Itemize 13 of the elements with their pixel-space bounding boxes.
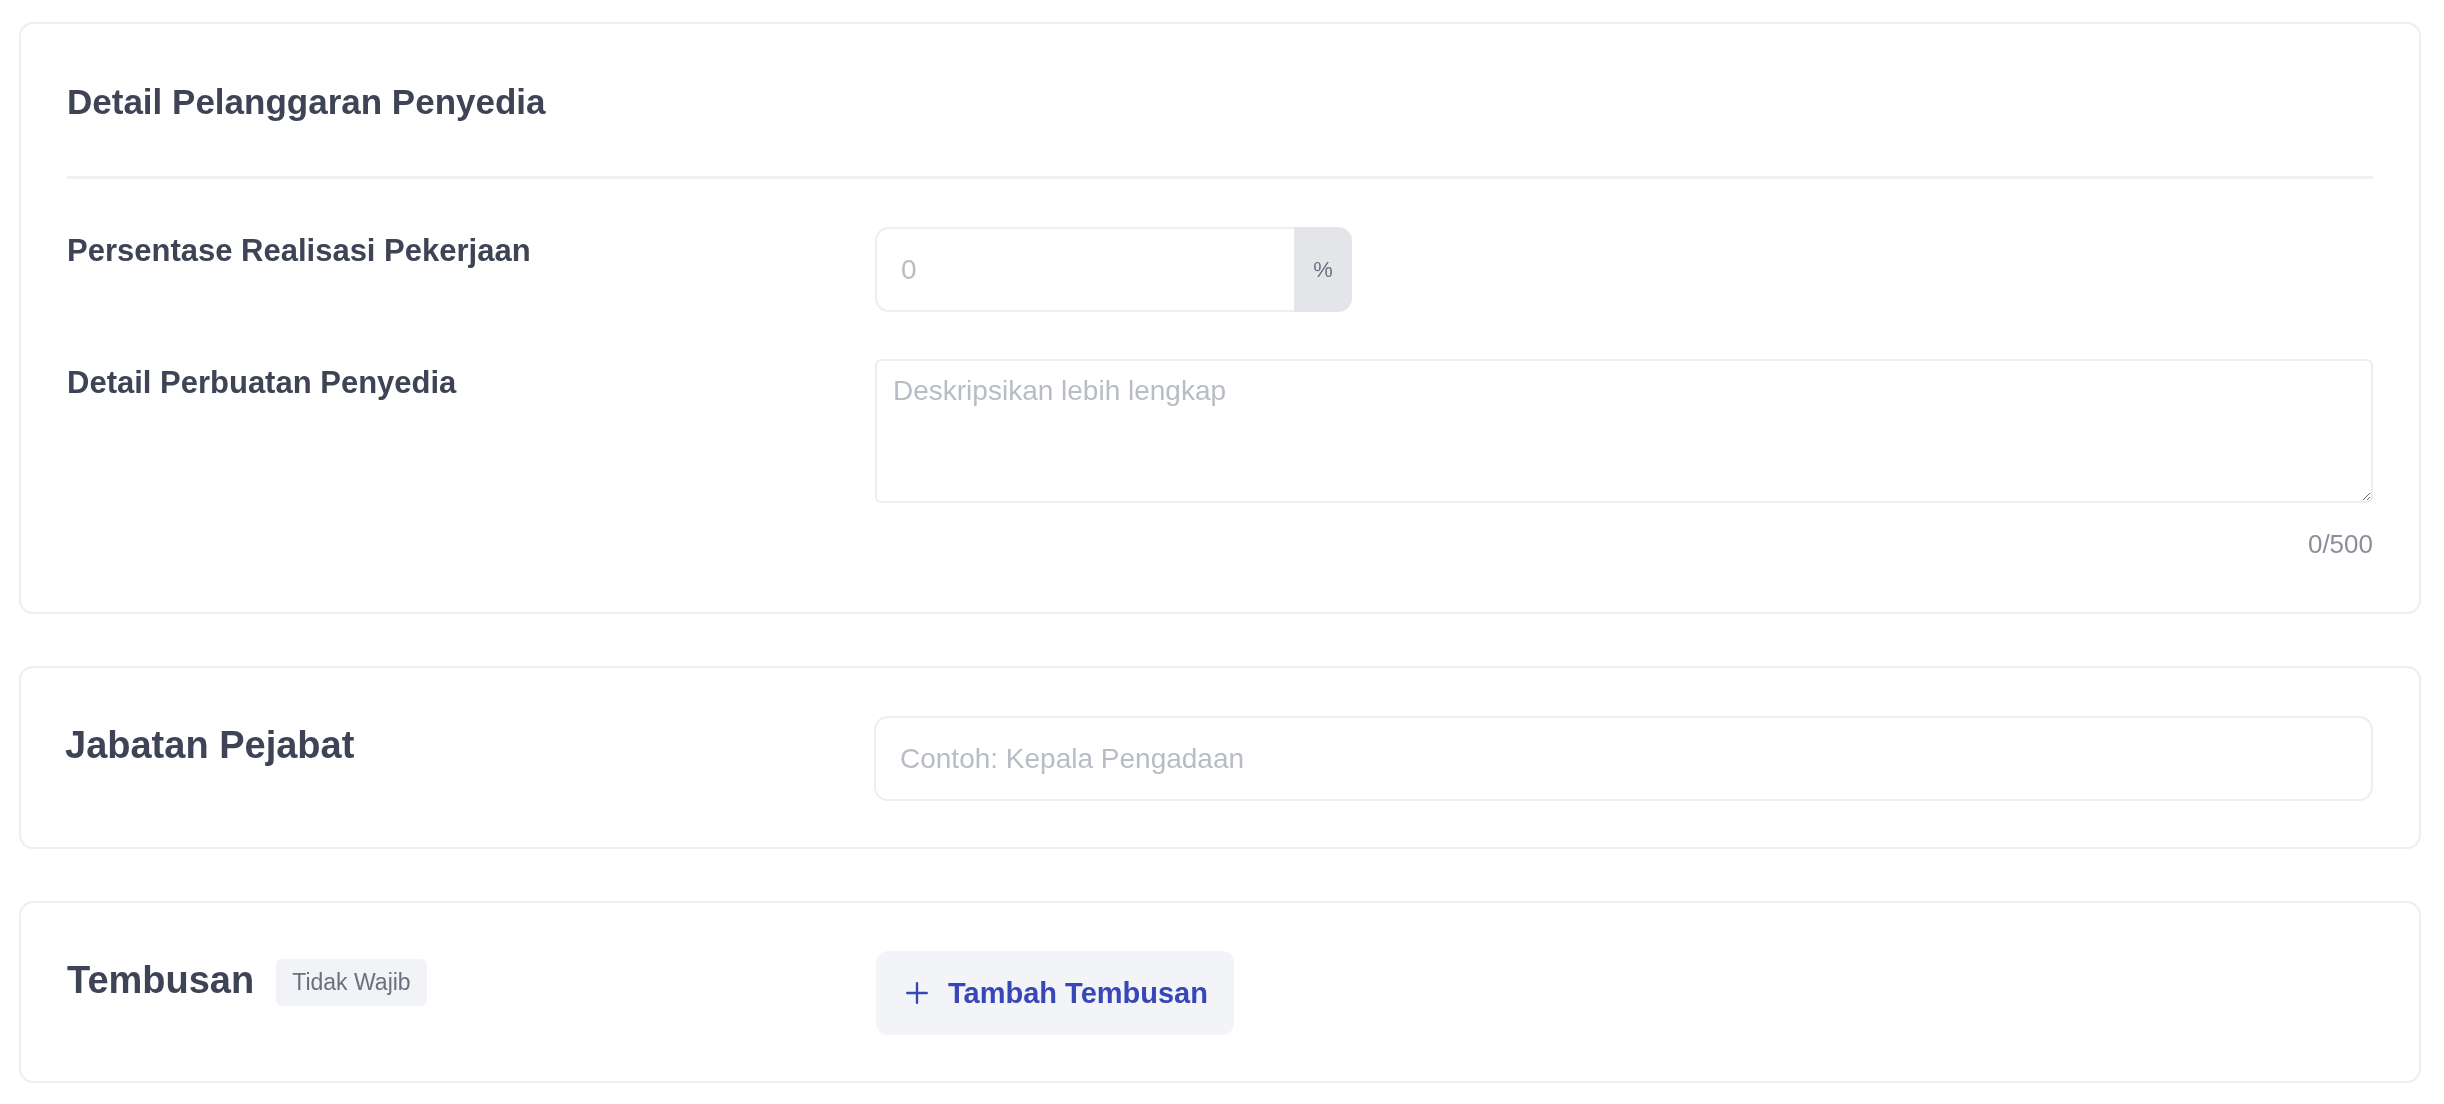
add-button[interactable]: Tambah Tembusan <box>876 951 1234 1035</box>
section-title: Detail Pelanggaran Penyedia <box>67 82 547 122</box>
plus-icon <box>904 980 930 1006</box>
field-label: Persentase Realisasi Pekerjaan <box>67 232 532 270</box>
section-title: Jabatan Pejabat <box>65 724 356 767</box>
section-title: Tembusan <box>67 959 255 1002</box>
character-counter: 0/500 <box>2307 529 2373 560</box>
percentage-field[interactable]: 0 <box>875 227 1294 312</box>
field-label: Detail Perbuatan Penyedia <box>67 364 458 402</box>
position-field[interactable]: Contoh: Kepala Pengadaan <box>874 716 2373 801</box>
percent-suffix: % <box>1294 227 1352 312</box>
description-field[interactable]: Deskripsikan lebih lengkap <box>875 359 2373 503</box>
optional-tag: Tidak Wajib <box>276 959 427 1006</box>
